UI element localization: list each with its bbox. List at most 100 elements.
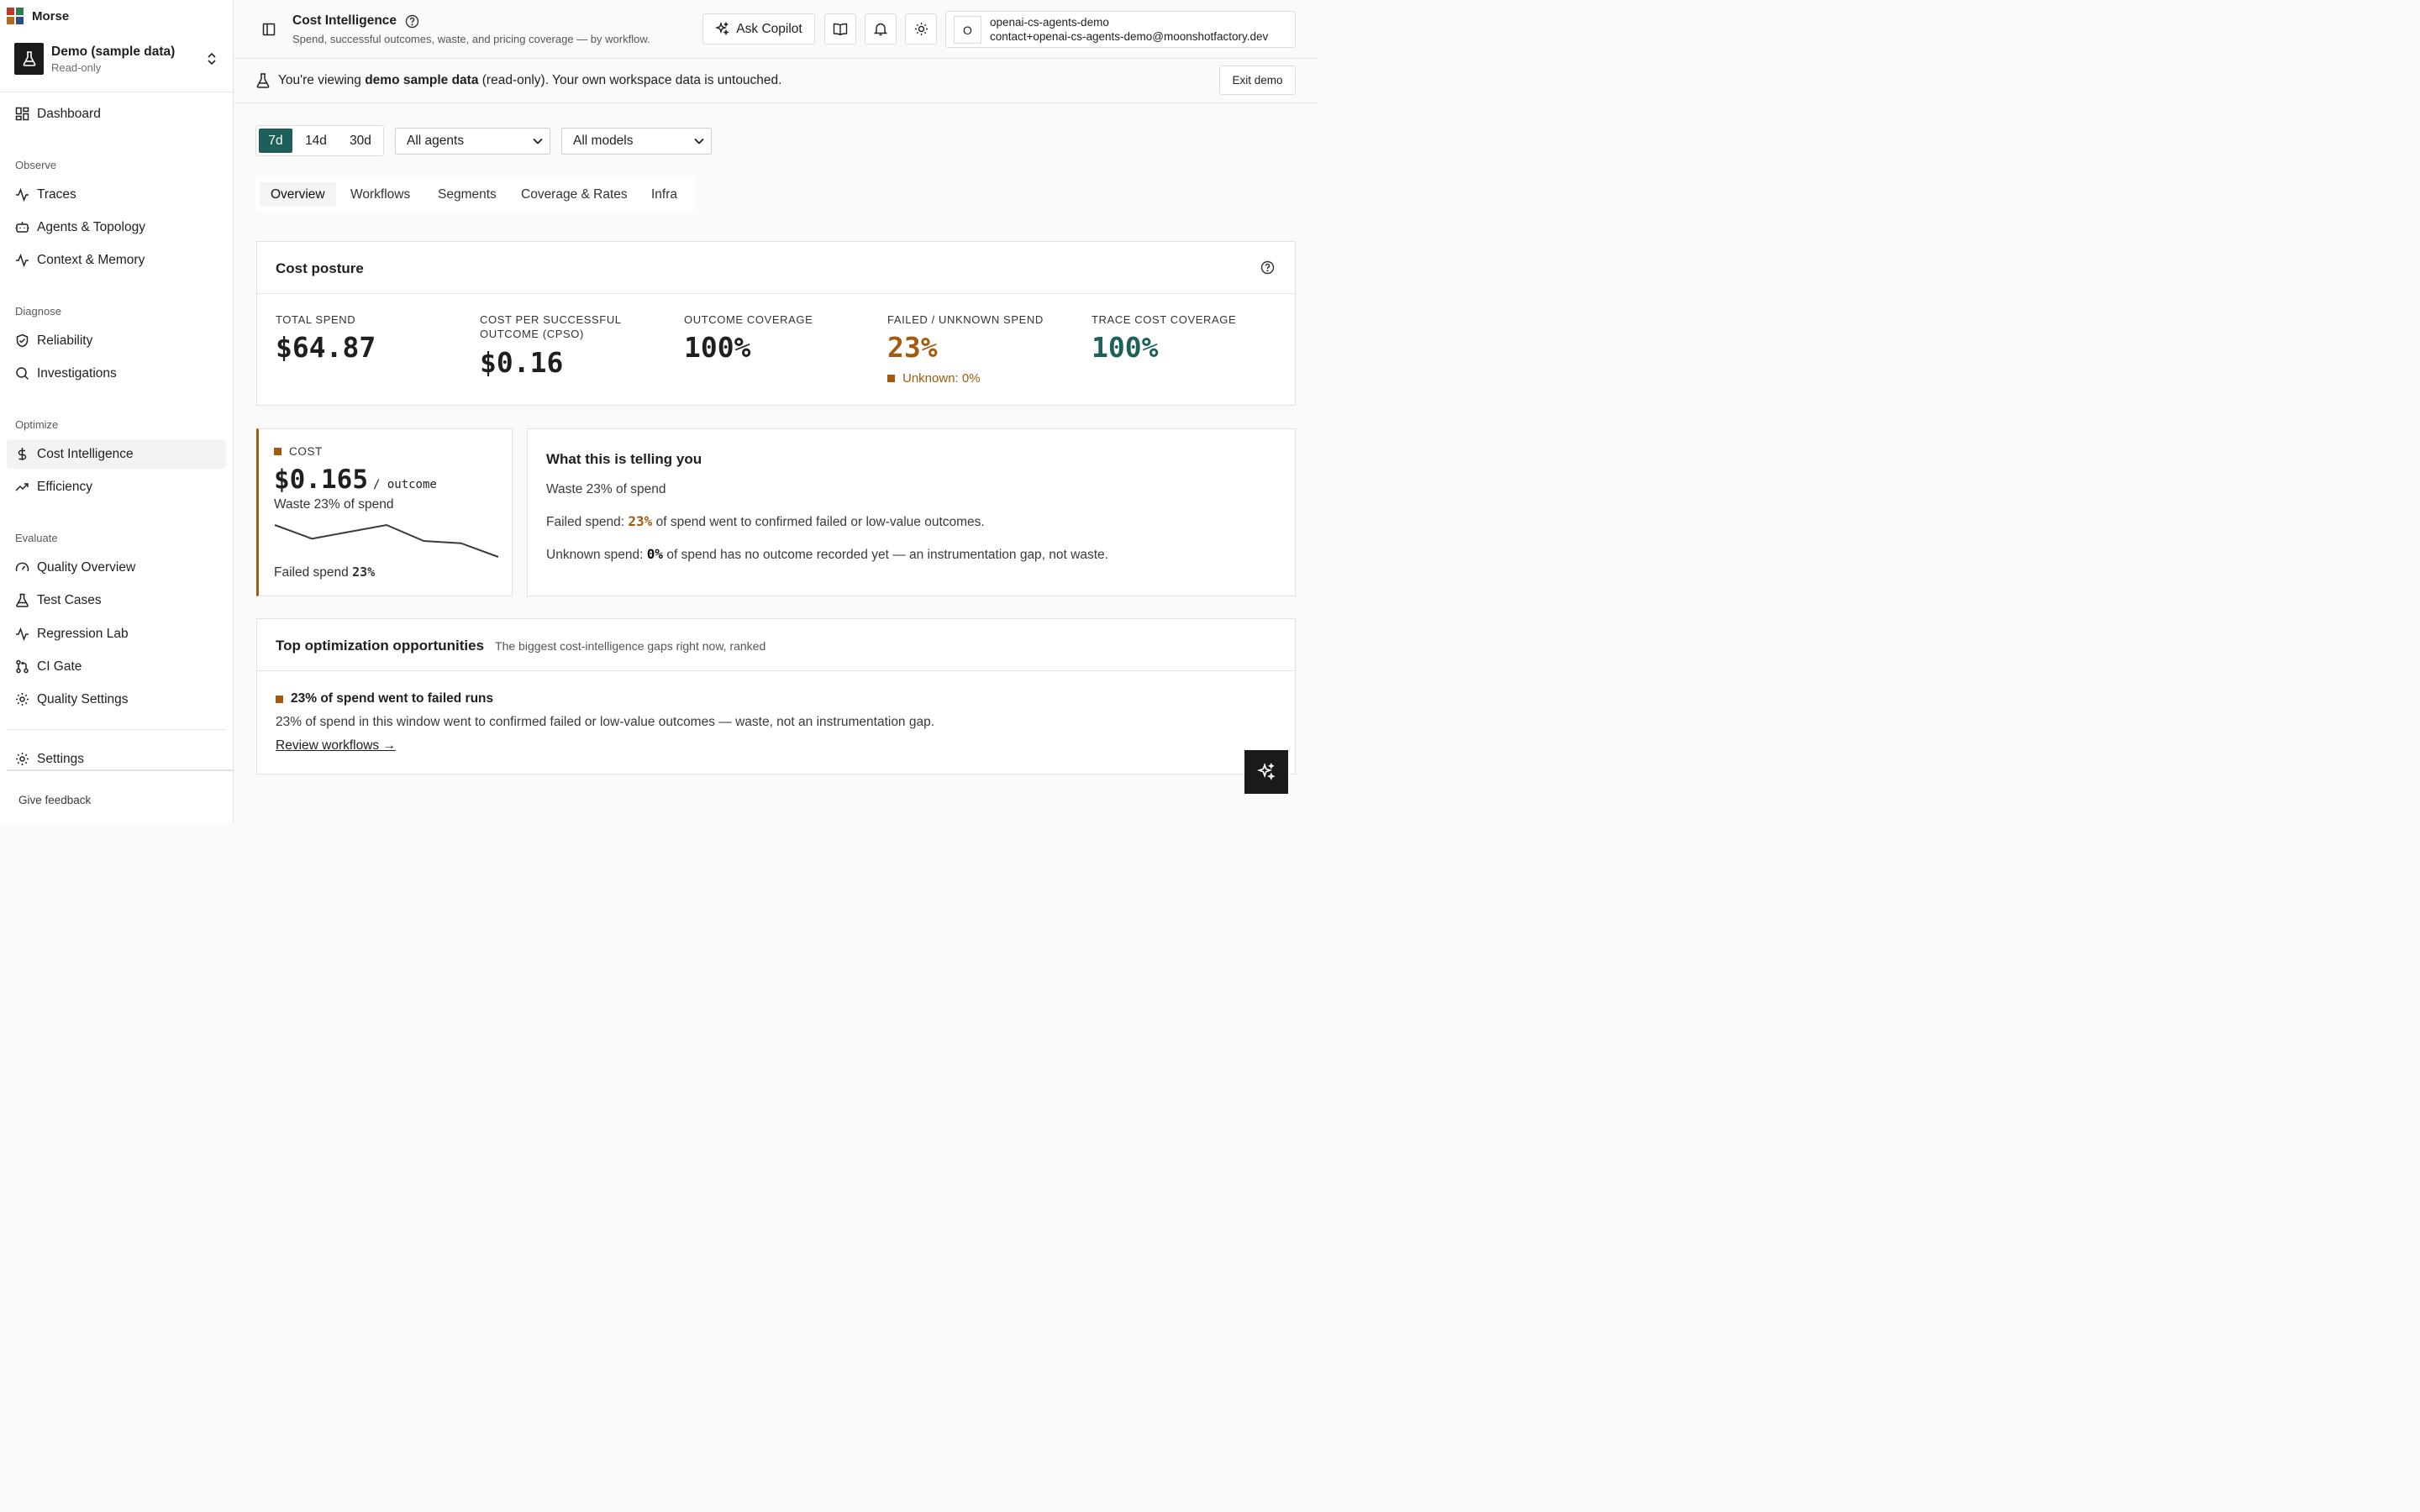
tab-overview[interactable]: Overview xyxy=(260,182,336,207)
status-square-icon xyxy=(276,695,283,703)
demo-banner-text: You're viewing demo sample data (read-on… xyxy=(278,73,781,88)
kpi-total-spend: $64.87 xyxy=(276,331,376,364)
sidebar-item-quality-overview[interactable]: Quality Overview xyxy=(7,553,226,582)
bell-icon xyxy=(874,23,887,36)
sidebar-item-label: Test Cases xyxy=(37,592,102,607)
tab-infra[interactable]: Infra xyxy=(640,182,688,207)
agent-select[interactable]: All agents xyxy=(395,128,550,155)
time-range-selector: 7d 14d 30d xyxy=(255,125,384,156)
workspace-switcher[interactable]: Demo (sample data) Read-only xyxy=(14,42,224,76)
model-select[interactable]: All models xyxy=(561,128,712,155)
copilot-fab-button[interactable] xyxy=(1244,750,1288,794)
opportunity-item-title: 23% of spend went to failed runs xyxy=(276,691,493,706)
cost-posture-card: Cost posture TOTAL SPEND $64.87 COST PER… xyxy=(256,241,1296,406)
kpi-trace-cost-coverage: 100% xyxy=(1092,331,1159,364)
kpi-outcome-coverage: 100% xyxy=(684,331,751,364)
kpi-label-line: COST PER SUCCESSFUL xyxy=(480,313,622,326)
kpi-label: FAILED / UNKNOWN SPEND xyxy=(887,313,1044,326)
kpi-note-text: Unknown: 0% xyxy=(902,371,981,386)
sun-icon xyxy=(914,23,928,35)
sidebar-item-label: Investigations xyxy=(37,365,117,381)
sidebar-item-label: Quality Overview xyxy=(37,559,136,575)
docs-button[interactable] xyxy=(824,13,856,45)
tab-coverage-rates[interactable]: Coverage & Rates xyxy=(510,182,639,207)
sidebar-item-dashboard[interactable]: Dashboard xyxy=(7,99,226,129)
cost-card-waste: Waste 23% of spend xyxy=(274,497,394,512)
flask-icon xyxy=(16,593,29,607)
range-30d[interactable]: 30d xyxy=(340,129,381,153)
range-14d[interactable]: 14d xyxy=(298,129,334,153)
sidebar-item-efficiency[interactable]: Efficiency xyxy=(7,472,226,501)
sidebar-item-label: Dashboard xyxy=(37,106,101,121)
opportunity-description: 23% of spend in this window went to conf… xyxy=(276,715,935,729)
failed-spend-value: 23% xyxy=(352,564,376,580)
help-icon[interactable] xyxy=(1260,260,1275,275)
range-7d[interactable]: 7d xyxy=(259,129,292,153)
sidebar-item-ci-gate[interactable]: CI Gate xyxy=(7,652,226,681)
sidebar-item-label: Settings xyxy=(37,751,85,766)
sidebar-item-traces[interactable]: Traces xyxy=(7,180,226,209)
sidebar-item-reliability[interactable]: Reliability xyxy=(7,326,226,355)
tab-workflows[interactable]: Workflows xyxy=(339,182,421,207)
chevron-down-icon xyxy=(533,138,543,144)
sidebar-scroll-edge xyxy=(7,769,234,771)
card-title: What this is telling you xyxy=(546,451,702,467)
notifications-button[interactable] xyxy=(865,13,897,45)
insight-failed-value: 23% xyxy=(628,513,653,529)
brand[interactable]: Morse xyxy=(7,8,69,24)
ask-copilot-label: Ask Copilot xyxy=(736,21,802,36)
user-menu[interactable]: O openai-cs-agents-demo contact+openai-c… xyxy=(945,11,1296,48)
sidebar-item-cost-intelligence[interactable]: Cost Intelligence xyxy=(7,439,226,469)
page-title: Cost Intelligence xyxy=(292,13,419,29)
sidebar-item-label: Efficiency xyxy=(37,479,93,494)
shield-check-icon xyxy=(16,333,29,348)
kpi-failed-unknown-spend: 23% xyxy=(887,331,938,364)
sidebar-item-agents[interactable]: Agents & Topology xyxy=(7,213,226,242)
panel-toggle-icon[interactable] xyxy=(262,23,276,36)
card-header: Top optimization opportunities The bigge… xyxy=(276,638,765,654)
card-subtitle: The biggest cost-intelligence gaps right… xyxy=(495,639,766,653)
cost-per-outcome-card[interactable]: COST $0.165 / outcome Waste 23% of spend… xyxy=(256,428,513,596)
insight-unknown: Unknown spend: 0% of spend has no outcom… xyxy=(546,546,1108,563)
section-evaluate: Evaluate xyxy=(15,532,58,544)
chevron-up-down-icon xyxy=(206,50,218,67)
sidebar-item-quality-settings[interactable]: Quality Settings xyxy=(7,685,226,714)
sidebar-item-label: Quality Settings xyxy=(37,691,129,706)
theme-toggle-button[interactable] xyxy=(905,13,937,45)
gear-icon xyxy=(16,693,29,706)
activity-icon xyxy=(16,627,29,641)
tab-segments[interactable]: Segments xyxy=(427,182,508,207)
ask-copilot-button[interactable]: Ask Copilot xyxy=(702,13,815,45)
insight-waste: Waste 23% of spend xyxy=(546,482,666,496)
kpi-label: OUTCOME COVERAGE xyxy=(684,313,813,326)
sidebar-item-label: Context & Memory xyxy=(37,252,145,267)
agent-select-value: All agents xyxy=(407,134,465,148)
cost-card-header: COST xyxy=(274,445,323,458)
insight-label: Unknown spend: xyxy=(546,548,647,562)
dashboard-icon xyxy=(15,107,29,121)
git-pull-request-icon xyxy=(16,659,29,674)
page-title-text: Cost Intelligence xyxy=(292,13,397,28)
sidebar-item-context[interactable]: Context & Memory xyxy=(7,245,226,275)
chevron-down-icon xyxy=(694,138,704,144)
section-observe: Observe xyxy=(15,159,57,171)
card-divider xyxy=(257,670,1295,671)
sidebar: Morse Demo (sample data) Read-only Dashb… xyxy=(0,0,234,823)
section-diagnose: Diagnose xyxy=(15,305,61,318)
exit-demo-button[interactable]: Exit demo xyxy=(1219,66,1296,95)
give-feedback-link[interactable]: Give feedback xyxy=(18,794,91,806)
card-title: Top optimization opportunities xyxy=(276,638,485,654)
sidebar-item-regression-lab[interactable]: Regression Lab xyxy=(7,619,226,648)
kpi-label-line: OUTCOME (CPSO) xyxy=(480,328,584,340)
failed-spend-label: Failed spend xyxy=(274,565,353,580)
sidebar-item-investigations[interactable]: Investigations xyxy=(7,359,226,388)
cost-card-unit: / outcome xyxy=(372,478,437,491)
bot-icon xyxy=(15,222,29,233)
flask-icon xyxy=(14,43,44,75)
opportunity-title-text: 23% of spend went to failed runs xyxy=(291,691,494,706)
sidebar-item-test-cases[interactable]: Test Cases xyxy=(7,585,226,615)
insight-text: of spend has no outcome recorded yet — a… xyxy=(663,548,1108,562)
avatar: O xyxy=(954,16,981,44)
help-icon[interactable] xyxy=(405,14,419,29)
review-workflows-link[interactable]: Review workflows → xyxy=(276,738,396,753)
